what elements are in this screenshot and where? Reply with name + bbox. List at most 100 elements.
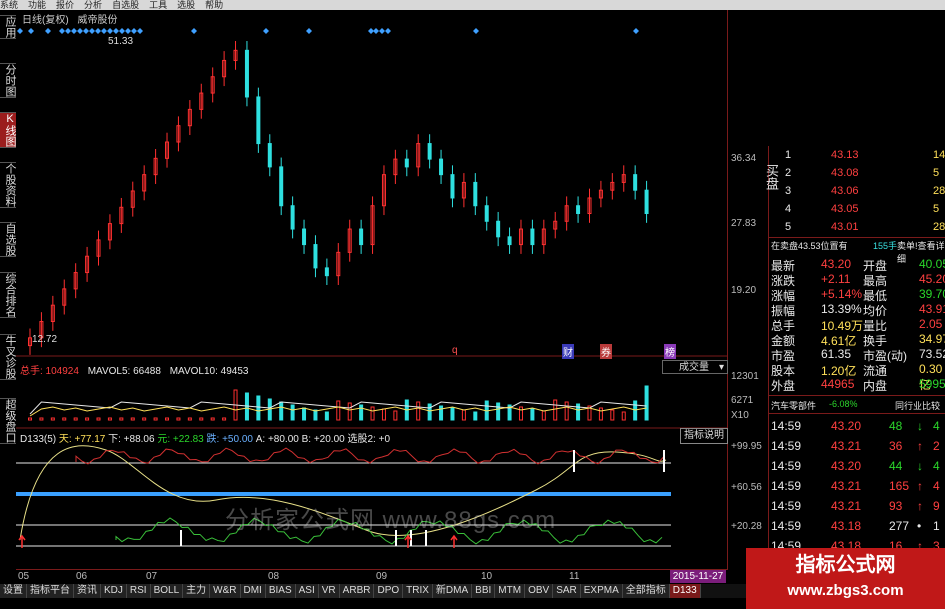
sidebar-tab-0[interactable]: 应用 (0, 15, 16, 39)
industry-compare-button[interactable]: 同行业比较 (895, 399, 940, 412)
bid-level-0[interactable]: 1 43.13 14 (769, 148, 945, 164)
candle[interactable] (153, 149, 158, 184)
candle[interactable] (404, 149, 409, 177)
indicator-tab-21[interactable]: 全部指标 (622, 584, 670, 598)
candle[interactable] (233, 41, 238, 70)
event-diamond-7[interactable] (83, 28, 89, 34)
candle[interactable] (473, 173, 478, 216)
sidebar-tab-3[interactable]: 个股资料 (0, 162, 16, 208)
indicator-tab-9[interactable]: BIAS (265, 584, 296, 598)
candle[interactable] (621, 165, 626, 192)
candle[interactable] (199, 83, 204, 119)
event-marker-broker[interactable]: 券 (600, 344, 612, 359)
indicator-tab-0[interactable]: 设置 (0, 584, 27, 598)
indicator-tab-16[interactable]: BBI (472, 584, 496, 598)
indicator-tab-12[interactable]: ARBR (339, 584, 375, 598)
candle[interactable] (336, 243, 341, 285)
candle[interactable] (439, 149, 444, 184)
candle[interactable] (416, 134, 421, 177)
event-diamond-2[interactable] (45, 28, 51, 34)
event-diamond-16[interactable] (137, 28, 143, 34)
candle[interactable] (96, 230, 101, 266)
candle[interactable] (62, 279, 67, 315)
top-menu-item-4[interactable]: 自选股 (112, 0, 139, 10)
event-diamond-14[interactable] (125, 28, 131, 34)
event-diamond-8[interactable] (89, 28, 95, 34)
candle[interactable] (290, 196, 295, 239)
candle[interactable] (50, 295, 55, 331)
top-menu-item-6[interactable]: 选股 (177, 0, 195, 10)
bid-level-2[interactable]: 3 43.06 28 (769, 184, 945, 200)
candle[interactable] (598, 180, 603, 208)
indicator-help-button[interactable]: 指标说明 (680, 428, 728, 444)
indicator-tab-18[interactable]: OBV (525, 584, 554, 598)
event-diamond-11[interactable] (107, 28, 113, 34)
candle[interactable] (85, 246, 90, 282)
indicator-tab-17[interactable]: MTM (495, 584, 526, 598)
candle[interactable] (359, 219, 364, 254)
candle[interactable] (210, 67, 215, 103)
candle[interactable] (393, 149, 398, 184)
candle[interactable] (165, 132, 170, 168)
event-diamond-12[interactable] (113, 28, 119, 34)
candle[interactable] (496, 211, 501, 247)
event-diamond-22[interactable] (379, 28, 385, 34)
candle[interactable] (541, 219, 546, 254)
candle[interactable] (564, 196, 569, 231)
event-diamond-6[interactable] (77, 28, 83, 34)
candle[interactable] (450, 165, 455, 208)
top-menu-item-7[interactable]: 帮助 (205, 0, 223, 10)
candle[interactable] (142, 165, 147, 201)
candle[interactable] (484, 196, 489, 231)
candle[interactable] (347, 219, 352, 262)
volume-indicator-select[interactable]: 成交量 ▾ (662, 360, 728, 374)
event-diamond-5[interactable] (71, 28, 77, 34)
indicator-tab-15[interactable]: 新DMA (432, 584, 473, 598)
indicator-tab-19[interactable]: SAR (553, 584, 581, 598)
candle[interactable] (324, 258, 329, 285)
indicator-tab-11[interactable]: VR (318, 584, 340, 598)
indicator-tab-10[interactable]: ASI (295, 584, 319, 598)
sidebar-tab-7[interactable]: 超级盘口 (0, 398, 16, 444)
event-diamond-17[interactable] (191, 28, 197, 34)
sidebar-tab-6[interactable]: 牛叉诊股 (0, 334, 16, 380)
candle[interactable] (644, 180, 649, 223)
sidebar-tab-4[interactable]: 自选股 (0, 222, 16, 257)
top-menu-item-1[interactable]: 功能 (28, 0, 46, 10)
event-diamond-13[interactable] (119, 28, 125, 34)
event-diamond-21[interactable] (373, 28, 379, 34)
indicator-tab-22[interactable]: D133 (669, 584, 701, 598)
candle[interactable] (381, 165, 386, 216)
candle[interactable] (633, 165, 638, 200)
candle[interactable] (530, 219, 535, 254)
candle[interactable] (302, 219, 307, 254)
indicator-tab-14[interactable]: TRIX (403, 584, 433, 598)
position-alert-row[interactable]: 在卖盘43.53位置有 155手 卖单!查看详细 (769, 238, 945, 264)
candle[interactable] (461, 173, 466, 208)
candle[interactable] (176, 116, 181, 152)
indicator-tab-1[interactable]: 指标平台 (27, 584, 74, 598)
candle[interactable] (507, 227, 512, 254)
event-diamond-3[interactable] (59, 28, 65, 34)
kline-chart[interactable] (16, 10, 728, 570)
sidebar-tab-2[interactable]: K线图 (0, 112, 16, 148)
event-diamond-18[interactable] (263, 28, 269, 34)
candle[interactable] (313, 235, 318, 278)
candle[interactable] (267, 134, 272, 177)
top-menu-item-2[interactable]: 报价 (56, 0, 74, 10)
indicator-tab-6[interactable]: 主力 (183, 584, 211, 598)
event-diamond-23[interactable] (385, 28, 391, 34)
event-diamond-0[interactable] (17, 28, 23, 34)
industry-row[interactable]: 汽车零部件 -6.08% 同行业比较 (769, 398, 945, 414)
indicator-tab-3[interactable]: KDJ (101, 584, 127, 598)
event-diamond-9[interactable] (95, 28, 101, 34)
top-menu-item-3[interactable]: 分析 (84, 0, 102, 10)
indicator-tab-4[interactable]: RSI (126, 584, 151, 598)
candle[interactable] (222, 51, 227, 87)
candle[interactable] (610, 173, 615, 200)
event-marker-q[interactable]: q (452, 345, 458, 356)
candle[interactable] (187, 100, 192, 136)
candle[interactable] (370, 196, 375, 254)
event-diamond-10[interactable] (101, 28, 107, 34)
candle[interactable] (130, 181, 135, 217)
